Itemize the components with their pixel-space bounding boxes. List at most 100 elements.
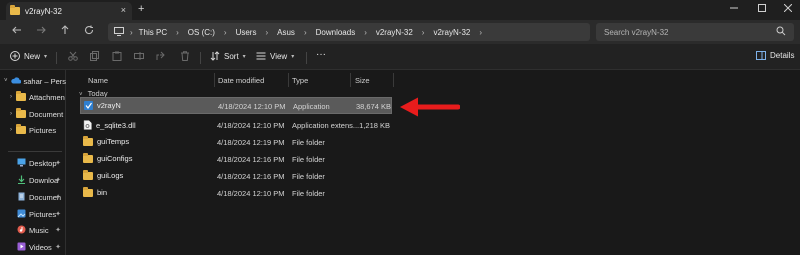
chevron-down-icon: ▾: [291, 53, 295, 60]
videos-icon: [17, 242, 26, 253]
pin-icon[interactable]: ✦: [55, 159, 61, 167]
file-name: bin: [97, 188, 108, 197]
nav-item-videos[interactable]: Videos ✦: [0, 240, 66, 254]
file-name-cell: guiConfigs: [83, 152, 132, 163]
file-row-v2rayn[interactable]: v2rayN 4/18/2024 12:10 PM Application 38…: [80, 97, 392, 114]
file-row-guitemps[interactable]: guiTemps 4/18/2024 12:19 PM File folder: [80, 134, 392, 151]
nav-item-onedrive[interactable]: ˅ sahar – Perso: [0, 74, 66, 88]
title-bar: v2rayN-32 × +: [0, 0, 800, 20]
chevron-right-icon: ›: [303, 27, 307, 37]
nav-label-desktop: Desktop: [29, 158, 57, 168]
pin-icon[interactable]: ✦: [55, 176, 61, 184]
column-divider[interactable]: [288, 73, 289, 87]
column-header-type[interactable]: Type: [292, 73, 308, 87]
column-divider[interactable]: [214, 73, 215, 87]
monitor-icon: [114, 26, 124, 38]
music-icon: [17, 225, 26, 236]
details-button[interactable]: Details: [756, 51, 794, 60]
column-divider[interactable]: [393, 73, 394, 87]
file-row-guilogs[interactable]: guiLogs 4/18/2024 12:16 PM File folder: [80, 168, 392, 185]
breadcrumb-asus[interactable]: Asus: [277, 28, 295, 37]
nav-label-onedrive: sahar – Perso: [23, 76, 66, 86]
address-bar[interactable]: › This PC › OS (C:) › Users › Asus › Dow…: [108, 23, 590, 41]
nav-item-music[interactable]: Music ✦: [0, 223, 66, 237]
column-header-date[interactable]: Date modified: [218, 73, 264, 87]
nav-item-pictures[interactable]: Pictures ✦: [0, 207, 66, 221]
file-name: guiLogs: [97, 171, 124, 180]
view-button[interactable]: View ▾: [256, 51, 294, 61]
nav-label-pictures-quick: Pictures: [29, 209, 57, 219]
view-label: View: [270, 51, 288, 61]
close-window-icon[interactable]: [783, 3, 793, 14]
nav-label-music: Music: [29, 225, 49, 235]
cut-icon[interactable]: [68, 51, 78, 61]
address-row: › This PC › OS (C:) › Users › Asus › Dow…: [0, 20, 800, 44]
nav-item-documents-quick[interactable]: Documen ✦: [0, 190, 66, 204]
new-button[interactable]: New ▾: [10, 51, 47, 61]
paste-icon[interactable]: [112, 51, 122, 61]
column-header-size[interactable]: Size: [355, 73, 370, 87]
nav-item-attachments[interactable]: › Attachmen: [0, 90, 66, 104]
chevron-right-icon: ›: [479, 27, 483, 37]
search-icon: [776, 26, 786, 38]
breadcrumb-users[interactable]: Users: [236, 28, 257, 37]
new-tab-button[interactable]: +: [138, 3, 144, 15]
file-row-guiconfigs[interactable]: guiConfigs 4/18/2024 12:16 PM File folde…: [80, 151, 392, 168]
chevron-right-icon: ›: [364, 27, 367, 37]
details-pane-icon: [756, 51, 766, 60]
pin-icon[interactable]: ✦: [55, 193, 61, 201]
file-date: 4/18/2024 12:10 PM: [217, 189, 285, 198]
nav-item-documents[interactable]: › Document: [0, 107, 66, 121]
annotation-arrow-icon: [400, 97, 460, 117]
pin-icon[interactable]: ✦: [55, 210, 61, 218]
pictures-icon: [17, 209, 26, 220]
nav-label-pictures: Pictures: [29, 125, 57, 135]
column-divider[interactable]: [350, 73, 351, 87]
share-icon[interactable]: [156, 51, 166, 61]
divider: [8, 151, 62, 152]
app-icon: [84, 101, 93, 110]
search-input[interactable]: Search v2rayN-32: [596, 23, 794, 41]
more-options-button[interactable]: ···: [316, 49, 326, 60]
file-date: 4/18/2024 12:16 PM: [217, 155, 285, 164]
back-arrow-icon[interactable]: [12, 25, 22, 38]
chevron-right-icon: ›: [176, 27, 179, 37]
file-type: File folder: [292, 189, 325, 198]
document-icon: [17, 192, 26, 203]
nav-item-downloads[interactable]: Downloa ✦: [0, 173, 66, 187]
desktop-icon: [17, 158, 26, 169]
minimize-icon[interactable]: [730, 4, 738, 14]
file-row-e-sqlite3[interactable]: e_sqlite3.dll 4/18/2024 12:10 PM Applica…: [80, 117, 392, 134]
column-header-name[interactable]: Name: [88, 73, 108, 87]
file-type: Application: [293, 102, 330, 111]
sort-button[interactable]: Sort ▾: [210, 51, 246, 61]
folder-icon: [83, 169, 93, 180]
up-arrow-icon[interactable]: [60, 25, 70, 38]
window-tab[interactable]: v2rayN-32 ×: [6, 2, 132, 20]
chevron-right-icon: ›: [421, 27, 425, 37]
breadcrumb-downloads[interactable]: Downloads: [316, 28, 356, 37]
file-date: 4/18/2024 12:19 PM: [217, 138, 285, 147]
pin-icon[interactable]: ✦: [55, 243, 61, 251]
folder-icon: [83, 135, 93, 146]
nav-item-pictures-onedrive[interactable]: › Pictures: [0, 123, 66, 137]
breadcrumb-os-c[interactable]: OS (C:): [188, 28, 215, 37]
nav-item-desktop[interactable]: Desktop ✦: [0, 156, 66, 170]
refresh-icon[interactable]: [84, 25, 94, 38]
details-label: Details: [770, 51, 795, 60]
delete-icon[interactable]: [180, 51, 190, 61]
breadcrumb-v2rayn-32-parent[interactable]: v2rayN-32: [376, 28, 413, 37]
copy-icon[interactable]: [90, 51, 100, 61]
maximize-icon[interactable]: [758, 4, 766, 14]
breadcrumb-v2rayn-32[interactable]: v2rayN-32: [433, 28, 470, 37]
rename-icon[interactable]: [134, 51, 144, 61]
nav-label-documents: Document: [29, 109, 64, 119]
forward-arrow-icon[interactable]: [36, 25, 46, 38]
file-name-cell: guiLogs: [83, 169, 124, 180]
pin-icon[interactable]: ✦: [55, 226, 61, 234]
breadcrumb-this-pc[interactable]: This PC: [139, 28, 167, 37]
folder-icon: [10, 5, 20, 15]
file-row-bin[interactable]: bin 4/18/2024 12:10 PM File folder: [80, 185, 392, 202]
close-tab-icon[interactable]: ×: [121, 5, 126, 15]
file-name: e_sqlite3.dll: [96, 120, 136, 130]
